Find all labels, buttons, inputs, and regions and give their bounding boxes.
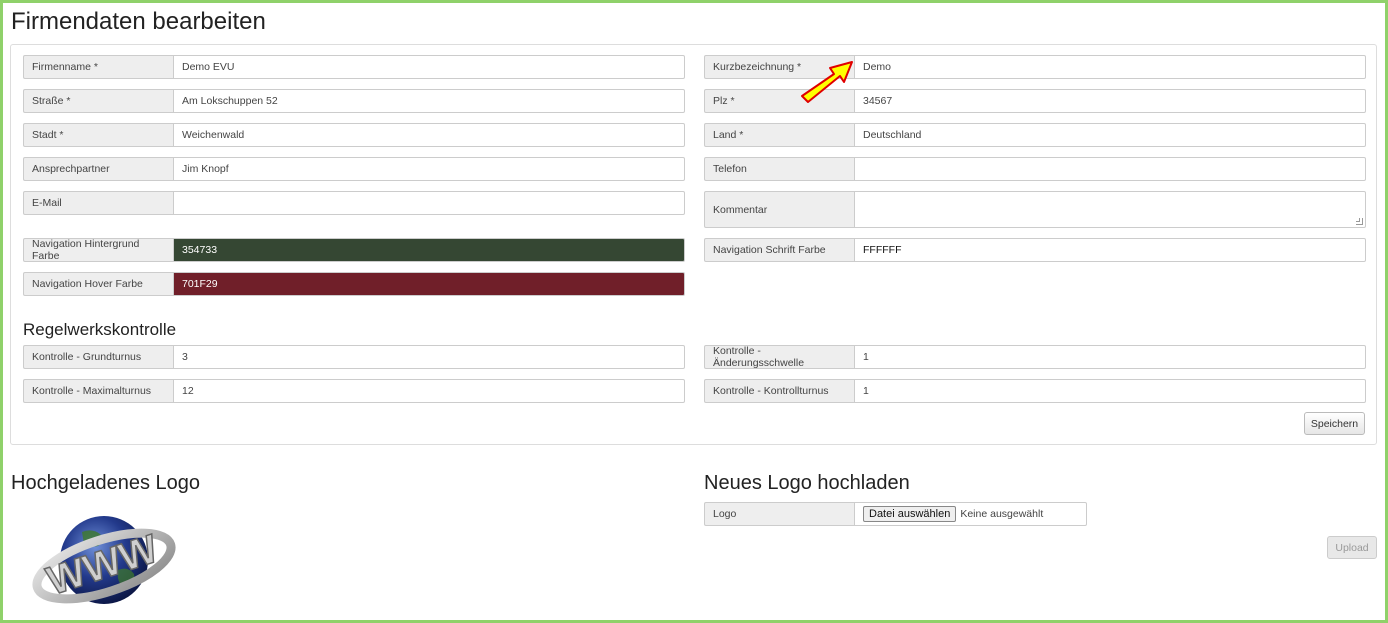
ansprechpartner-input[interactable]: Jim Knopf [173, 157, 685, 181]
kurzbezeichnung-input[interactable]: Demo [854, 55, 1366, 79]
stadt-input[interactable]: Weichenwald [173, 123, 685, 147]
telefon-label: Telefon [704, 157, 854, 181]
new-logo-title: Neues Logo hochladen [704, 472, 910, 494]
upload-button[interactable]: Upload [1327, 536, 1377, 559]
email-input[interactable] [173, 191, 685, 215]
telefon-row: Telefon [704, 157, 1366, 181]
firmenname-row: Firmenname * Demo EVU [23, 55, 685, 79]
land-label: Land * [704, 123, 854, 147]
grundturnus-row: Kontrolle - Grundturnus 3 [23, 345, 685, 369]
email-row: E-Mail [23, 191, 685, 215]
file-choose-button[interactable]: Datei auswählen [863, 506, 957, 522]
email-label: E-Mail [23, 191, 173, 215]
plz-input[interactable]: 34567 [854, 89, 1366, 113]
land-row: Land * Deutschland [704, 123, 1366, 147]
maximalturnus-row: Kontrolle - Maximalturnus 12 [23, 379, 685, 403]
strasse-label: Straße * [23, 89, 173, 113]
aenderungsschwelle-row: Kontrolle - Änderungsschwelle 1 [704, 345, 1366, 369]
regelwerk-title: Regelwerkskontrolle [23, 320, 177, 339]
grundturnus-label: Kontrolle - Grundturnus [23, 345, 173, 369]
nav-hover-label: Navigation Hover Farbe [23, 272, 173, 296]
nav-font-color-input[interactable]: FFFFFF [854, 238, 1366, 262]
kontrollturnus-row: Kontrolle - Kontrollturnus 1 [704, 379, 1366, 403]
firmenname-input[interactable]: Demo EVU [173, 55, 685, 79]
land-input[interactable]: Deutschland [854, 123, 1366, 147]
uploaded-logo-title: Hochgeladenes Logo [11, 472, 201, 494]
ansprechpartner-row: Ansprechpartner Jim Knopf [23, 157, 685, 181]
kontrollturnus-input[interactable]: 1 [854, 379, 1366, 403]
file-status: Keine ausgewählt [960, 508, 1044, 520]
aenderungsschwelle-input[interactable]: 1 [854, 345, 1366, 369]
maximalturnus-input[interactable]: 12 [173, 379, 685, 403]
strasse-row: Straße * Am Lokschuppen 52 [23, 89, 685, 113]
aenderungsschwelle-label: Kontrolle - Änderungsschwelle [704, 345, 854, 369]
save-button[interactable]: Speichern [1304, 412, 1365, 435]
strasse-input[interactable]: Am Lokschuppen 52 [173, 89, 685, 113]
logo-file-input[interactable]: Datei auswählen Keine ausgewählt [854, 502, 1087, 526]
grundturnus-input[interactable]: 3 [173, 345, 685, 369]
ansprechpartner-label: Ansprechpartner [23, 157, 173, 181]
stadt-row: Stadt * Weichenwald [23, 123, 685, 147]
logo-upload-row: Logo Datei auswählen Keine ausgewählt [704, 502, 1087, 526]
nav-hover-row: Navigation Hover Farbe 701F29 [23, 272, 685, 296]
nav-font-row: Navigation Schrift Farbe FFFFFF [704, 238, 1366, 262]
nav-bg-row: Navigation Hintergrund Farbe 354733 [23, 238, 685, 262]
kommentar-textarea[interactable] [854, 191, 1366, 228]
kommentar-row: Kommentar [704, 191, 1366, 228]
nav-bg-color-input[interactable]: 354733 [173, 238, 685, 262]
company-form-panel: Firmenname * Demo EVU Kurzbezeichnung * … [10, 44, 1377, 445]
stadt-label: Stadt * [23, 123, 173, 147]
kommentar-label: Kommentar [704, 191, 854, 228]
kontrollturnus-label: Kontrolle - Kontrollturnus [704, 379, 854, 403]
highlight-arrow-icon [801, 61, 853, 103]
logo-label: Logo [704, 502, 854, 526]
page-title: Firmendaten bearbeiten [11, 8, 266, 35]
telefon-input[interactable] [854, 157, 1366, 181]
www-globe-logo: WWW [32, 516, 176, 604]
firmenname-label: Firmenname * [23, 55, 173, 79]
nav-hover-color-input[interactable]: 701F29 [173, 272, 685, 296]
resize-grip-icon[interactable] [1356, 218, 1363, 225]
nav-bg-label: Navigation Hintergrund Farbe [23, 238, 173, 262]
nav-font-label: Navigation Schrift Farbe [704, 238, 854, 262]
maximalturnus-label: Kontrolle - Maximalturnus [23, 379, 173, 403]
